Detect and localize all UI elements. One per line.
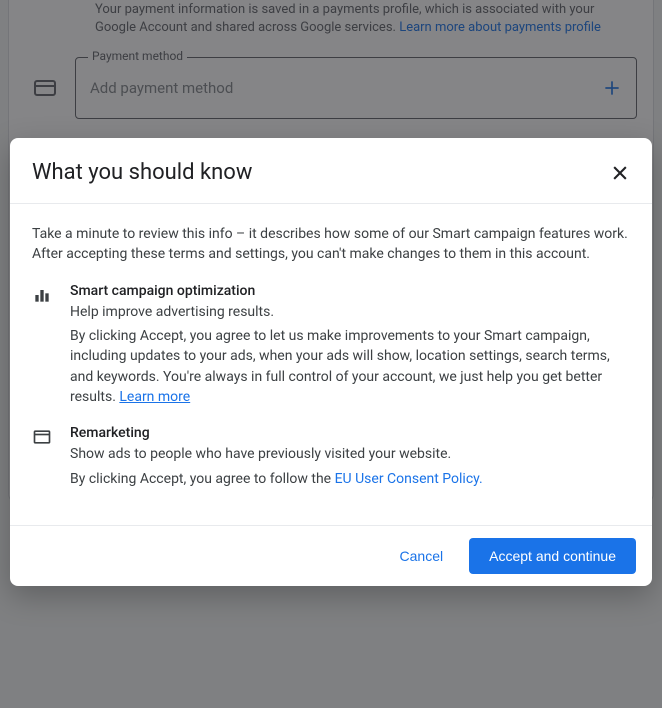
cancel-button[interactable]: Cancel	[386, 538, 458, 574]
item-subtitle: Show ads to people who have previously v…	[70, 445, 483, 465]
dialog-footer: Cancel Accept and continue	[10, 525, 652, 586]
item-subtitle: Help improve advertising results.	[70, 303, 630, 323]
dialog-item-content: Smart campaign optimization Help improve…	[70, 283, 630, 408]
accept-and-continue-button[interactable]: Accept and continue	[469, 538, 636, 574]
what-you-should-know-dialog: What you should know Take a minute to re…	[10, 138, 652, 586]
bar-chart-icon	[32, 285, 54, 408]
item-body: By clicking Accept, you agree to let us …	[70, 326, 630, 407]
dialog-body: Take a minute to review this info – it d…	[10, 204, 652, 525]
item-body-text: By clicking Accept, you agree to follow …	[70, 471, 335, 487]
item-title: Smart campaign optimization	[70, 283, 630, 299]
web-page-icon	[32, 427, 54, 489]
dialog-item-remarketing: Remarketing Show ads to people who have …	[32, 425, 630, 489]
dialog-item-optimization: Smart campaign optimization Help improve…	[32, 283, 630, 408]
item-title: Remarketing	[70, 425, 483, 441]
dialog-item-content: Remarketing Show ads to people who have …	[70, 425, 483, 489]
item-body: By clicking Accept, you agree to follow …	[70, 469, 483, 489]
dialog-header: What you should know	[10, 138, 652, 204]
dialog-intro: Take a minute to review this info – it d…	[32, 224, 630, 265]
eu-consent-policy-link[interactable]: EU User Consent Policy.	[335, 471, 483, 487]
dialog-title: What you should know	[32, 160, 252, 185]
close-icon[interactable]	[610, 163, 630, 183]
learn-more-link[interactable]: Learn more	[119, 389, 190, 405]
